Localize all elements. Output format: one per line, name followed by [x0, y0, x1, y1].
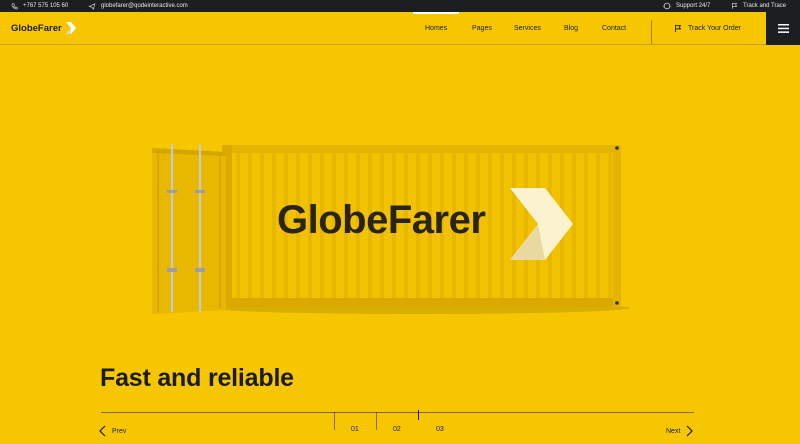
- track-order-label: Track Your Order: [688, 25, 742, 32]
- email-address: globefarer@qodeinteractive.com: [101, 3, 188, 9]
- logo-chevron-icon: [65, 22, 76, 34]
- prev-button[interactable]: Prev: [99, 422, 126, 440]
- slide-number[interactable]: 01: [351, 426, 359, 433]
- track-trace-link[interactable]: Track and Trace: [731, 0, 786, 12]
- container-rib: [608, 153, 612, 298]
- flag-icon: [732, 2, 738, 9]
- site-logo[interactable]: GlobeFarer: [11, 22, 77, 34]
- container-rib: [248, 153, 252, 298]
- top-utility-bar: +767 575 105 60 globefarer@qodeinteracti…: [0, 0, 800, 12]
- nav-divider: [651, 20, 652, 44]
- container-rib: [260, 153, 264, 298]
- container-rib: [524, 153, 528, 298]
- container-rib: [500, 153, 504, 298]
- next-button[interactable]: Next: [666, 422, 694, 440]
- nav-item-pages[interactable]: Pages: [472, 12, 492, 45]
- slide-number[interactable]: 02: [393, 426, 401, 433]
- container-rib: [596, 153, 600, 298]
- email-contact[interactable]: globefarer@qodeinteractive.com: [88, 0, 188, 12]
- container-brand-text: GlobeFarer: [277, 198, 486, 242]
- nav-item-blog[interactable]: Blog: [564, 12, 578, 45]
- track-order-button[interactable]: Track Your Order: [674, 12, 741, 45]
- nav-item-services[interactable]: Services: [514, 12, 541, 45]
- prev-label: Prev: [112, 427, 127, 435]
- flag-icon: [675, 24, 682, 33]
- container-rib: [584, 153, 588, 298]
- nav-item-homes[interactable]: Homes: [412, 12, 460, 45]
- mail-icon: [88, 2, 96, 10]
- phone-icon: [11, 2, 18, 9]
- phone-contact[interactable]: +767 575 105 60: [11, 0, 68, 12]
- main-navigation: GlobeFarer Homes Pages Services Blog Con…: [0, 12, 800, 45]
- container-rib: [488, 153, 492, 298]
- support-icon: [663, 2, 671, 10]
- hero-headline: Fast and reliable: [100, 364, 294, 392]
- menu-button[interactable]: [766, 12, 800, 45]
- next-label: Next: [666, 427, 681, 435]
- support-link[interactable]: Support 24/7: [663, 0, 710, 12]
- logo-text: GlobeFarer: [11, 22, 62, 34]
- phone-number: +767 575 105 60: [23, 3, 69, 9]
- menu-icon: [777, 24, 789, 33]
- chevron-left-icon: [99, 425, 106, 437]
- track-trace-label: Track and Trace: [743, 3, 787, 9]
- slider-divider: [376, 412, 377, 430]
- container-rib: [272, 153, 276, 298]
- container-rib: [572, 153, 576, 298]
- chevron-right-icon: [686, 425, 694, 437]
- container-rib: [512, 153, 516, 298]
- slider-track: [101, 412, 694, 413]
- slide-number[interactable]: 03: [436, 426, 444, 433]
- support-label: Support 24/7: [676, 3, 711, 9]
- container-rib: [236, 153, 240, 298]
- slider-active-indicator: [418, 410, 419, 420]
- slider-divider: [334, 412, 335, 430]
- nav-item-contact[interactable]: Contact: [602, 12, 626, 45]
